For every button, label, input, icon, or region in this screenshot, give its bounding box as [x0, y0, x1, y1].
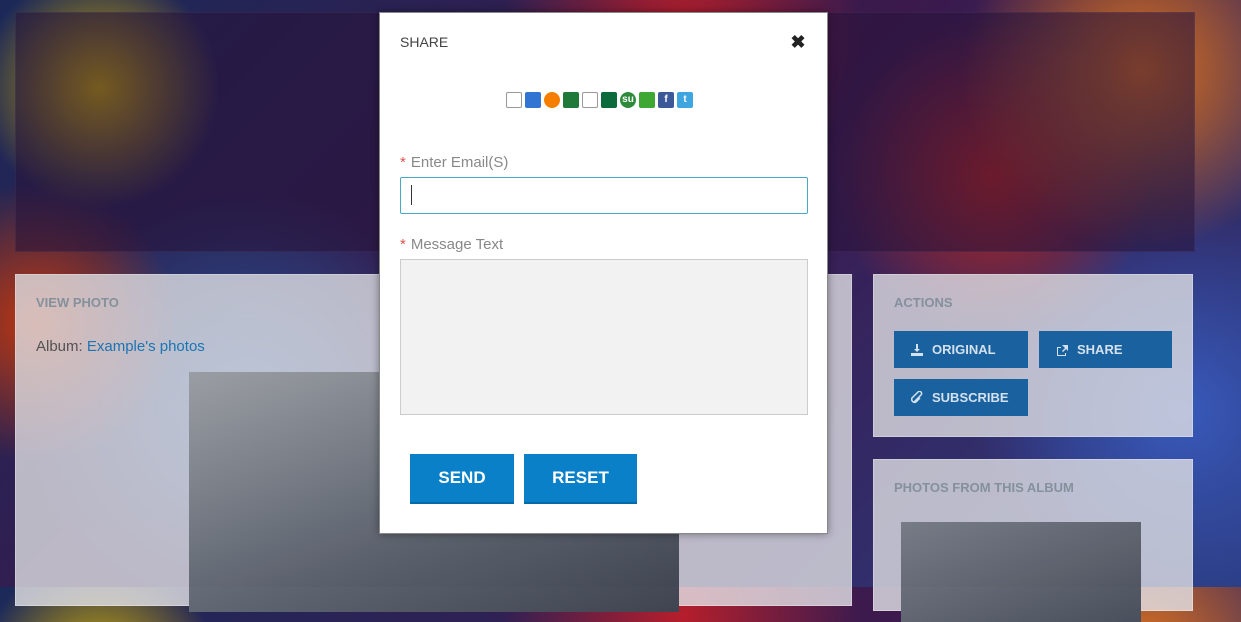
technorati-icon[interactable] — [639, 92, 655, 108]
delicious-icon[interactable] — [525, 92, 541, 108]
message-label-text: Message Text — [410, 236, 504, 253]
newsvine-icon[interactable] — [601, 92, 617, 108]
text-caret — [411, 185, 412, 205]
blogger-icon[interactable] — [544, 92, 560, 108]
required-mark: * — [400, 236, 406, 253]
dialog-title: SHARE — [400, 34, 449, 50]
required-mark: * — [400, 154, 406, 171]
reset-button[interactable]: RESET — [524, 454, 637, 504]
reddit-icon[interactable] — [582, 92, 598, 108]
share-dialog: SHARE ✖ su f t * Enter Email(S) * Message Te… — [379, 12, 828, 534]
evernote-icon[interactable] — [563, 92, 579, 108]
facebook-icon[interactable]: f — [658, 92, 674, 108]
message-textarea[interactable] — [400, 259, 808, 415]
stumbleupon-icon[interactable]: su — [620, 92, 636, 108]
social-share-icons: su f t — [506, 92, 693, 108]
email-label: * Enter Email(S) — [400, 154, 508, 171]
email-label-text: Enter Email(S) — [410, 154, 509, 171]
close-icon[interactable]: ✖ — [789, 33, 807, 51]
send-button[interactable]: SEND — [410, 454, 514, 504]
twitter-icon[interactable]: t — [677, 92, 693, 108]
digg-icon[interactable] — [506, 92, 522, 108]
email-input[interactable] — [400, 177, 808, 214]
message-label: * Message Text — [400, 236, 503, 253]
